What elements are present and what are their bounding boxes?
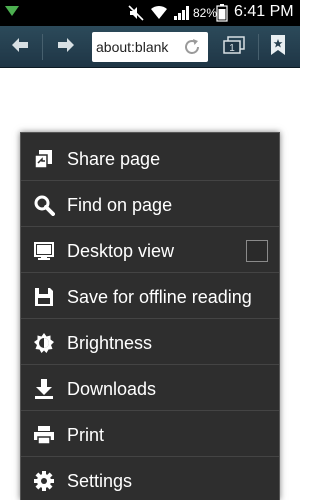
- wifi-icon: [150, 4, 168, 25]
- menu-item-find-on-page[interactable]: Find on page: [21, 182, 279, 227]
- url-bar[interactable]: about:blank: [92, 32, 208, 62]
- browser-overflow-menu: Share page Find on page Desktop view Sav…: [20, 132, 280, 500]
- notification-arrow-icon: [4, 4, 20, 23]
- battery-icon: [216, 4, 228, 27]
- mute-icon: [128, 5, 144, 26]
- menu-item-label: Desktop view: [67, 241, 175, 261]
- menu-item-desktop-view[interactable]: Desktop view: [21, 228, 279, 273]
- tabs-icon: 1: [222, 35, 246, 60]
- search-icon: [32, 193, 56, 217]
- desktop-icon: [32, 239, 56, 263]
- menu-item-label: Share page: [67, 149, 161, 169]
- menu-item-label: Settings: [67, 471, 133, 491]
- bookmark-button[interactable]: [262, 26, 294, 68]
- url-text[interactable]: about:blank: [96, 39, 168, 55]
- arrow-right-icon: [56, 37, 76, 58]
- menu-item-label: Downloads: [67, 379, 157, 399]
- toolbar-divider: [258, 34, 259, 60]
- save-icon: [32, 285, 56, 309]
- forward-button[interactable]: [46, 26, 86, 68]
- menu-item-settings[interactable]: Settings: [21, 458, 279, 500]
- arrow-left-icon: [10, 37, 30, 58]
- menu-item-brightness[interactable]: Brightness: [21, 320, 279, 365]
- menu-item-share-page[interactable]: Share page: [21, 136, 279, 181]
- menu-item-save-offline[interactable]: Save for offline reading: [21, 274, 279, 319]
- bookmark-star-icon: [269, 34, 287, 61]
- battery-percent: 82%: [193, 6, 218, 20]
- clock: 6:41 PM: [234, 3, 294, 20]
- svg-text:1: 1: [229, 43, 235, 54]
- menu-item-downloads[interactable]: Downloads: [21, 366, 279, 411]
- menu-item-label: Save for offline reading: [67, 287, 252, 307]
- desktop-view-checkbox[interactable]: [246, 240, 268, 262]
- gear-icon: [32, 469, 56, 493]
- toolbar-divider: [42, 34, 43, 60]
- signal-icon: [173, 5, 191, 26]
- menu-item-label: Brightness: [67, 333, 153, 353]
- tabs-button[interactable]: 1: [216, 26, 252, 68]
- back-button[interactable]: [4, 26, 36, 68]
- share-icon: [32, 147, 56, 171]
- reload-icon[interactable]: [182, 37, 202, 62]
- brightness-icon: [32, 331, 56, 355]
- browser-toolbar: about:blank 1: [0, 26, 300, 68]
- menu-item-print[interactable]: Print: [21, 412, 279, 457]
- menu-item-label: Print: [67, 425, 105, 445]
- print-icon: [32, 423, 56, 447]
- download-icon: [32, 377, 56, 401]
- menu-item-label: Find on page: [67, 195, 173, 215]
- status-bar: 82% 6:41 PM: [0, 0, 300, 26]
